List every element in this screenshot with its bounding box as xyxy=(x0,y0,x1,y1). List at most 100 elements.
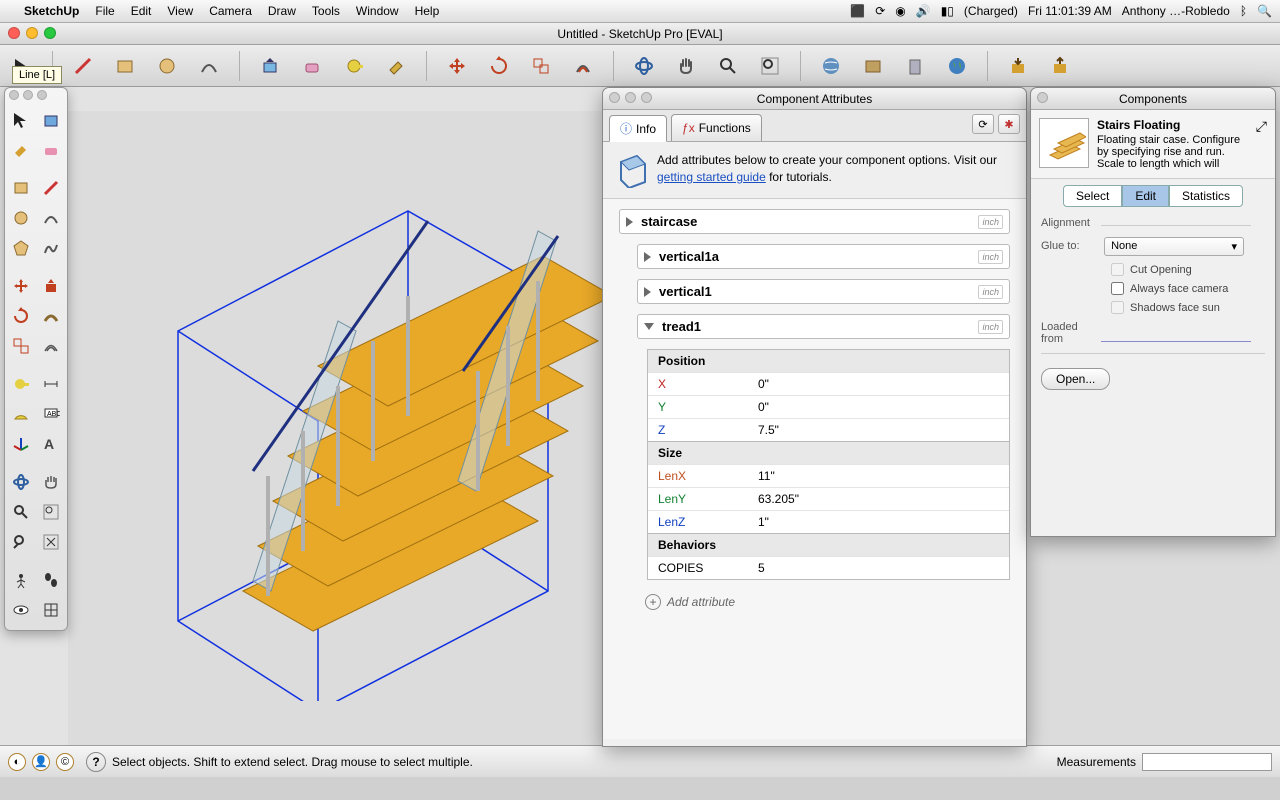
node-staircase[interactable]: staircase inch xyxy=(619,209,1010,234)
rectangle-tool-icon[interactable] xyxy=(111,52,139,80)
disclosure-open-icon[interactable] xyxy=(644,323,654,330)
offset-tool[interactable] xyxy=(37,332,65,360)
eraser-tool-icon[interactable] xyxy=(298,52,326,80)
pan-tool[interactable] xyxy=(37,468,65,496)
tab-functions[interactable]: ƒxFunctions xyxy=(671,114,762,141)
zoom-extents-tool[interactable] xyxy=(37,528,65,556)
eraser-tool[interactable] xyxy=(37,136,65,164)
move-tool-icon[interactable] xyxy=(443,52,471,80)
line-tool-icon[interactable] xyxy=(69,52,97,80)
line-tool[interactable] xyxy=(37,174,65,202)
arc-tool-icon[interactable] xyxy=(195,52,223,80)
attr-row-x[interactable]: X0" xyxy=(648,372,1009,395)
arc-tool[interactable] xyxy=(37,204,65,232)
zoom-window[interactable] xyxy=(44,27,56,39)
face-camera-checkbox[interactable] xyxy=(1111,282,1124,295)
getting-started-link[interactable]: getting started guide xyxy=(657,170,766,184)
tab-statistics[interactable]: Statistics xyxy=(1169,185,1243,207)
position-camera-tool[interactable] xyxy=(7,566,35,594)
node-vertical1[interactable]: vertical1 inch xyxy=(637,279,1010,304)
earth-icon[interactable] xyxy=(943,52,971,80)
zoom-icon[interactable] xyxy=(641,92,652,103)
menu-view[interactable]: View xyxy=(167,4,193,18)
select-tool[interactable] xyxy=(7,106,35,134)
tab-info[interactable]: ⓘInfo xyxy=(609,115,667,142)
pushpull-tool-icon[interactable] xyxy=(256,52,284,80)
menu-camera[interactable]: Camera xyxy=(209,4,252,18)
menu-help[interactable]: Help xyxy=(415,4,440,18)
node-tread1[interactable]: tread1 inch xyxy=(637,314,1010,339)
measurements-input[interactable] xyxy=(1142,753,1272,771)
tape-tool-icon[interactable] xyxy=(340,52,368,80)
photo-icon[interactable] xyxy=(859,52,887,80)
warehouse-get-icon[interactable] xyxy=(1004,52,1032,80)
help-icon[interactable]: ? xyxy=(86,752,106,772)
move-tool[interactable] xyxy=(7,272,35,300)
circle-tool-icon[interactable] xyxy=(153,52,181,80)
look-around-tool[interactable] xyxy=(7,596,35,624)
warehouse-share-icon[interactable] xyxy=(1046,52,1074,80)
dimension-tool[interactable] xyxy=(37,370,65,398)
zoom-extents-icon[interactable] xyxy=(756,52,784,80)
expand-icon[interactable]: ⤢ xyxy=(1256,118,1267,170)
minimize-window[interactable] xyxy=(26,27,38,39)
component-tool[interactable] xyxy=(37,106,65,134)
app-menu[interactable]: SketchUp xyxy=(24,4,79,18)
add-attribute-row[interactable]: + Add attribute xyxy=(637,590,1010,614)
close-icon[interactable] xyxy=(1037,92,1048,103)
person-icon[interactable]: 👤 xyxy=(32,753,50,771)
paint-tool-icon[interactable] xyxy=(382,52,410,80)
attr-row-leny[interactable]: LenY63.205" xyxy=(648,487,1009,510)
polygon-tool[interactable] xyxy=(7,234,35,262)
pushpull-tool[interactable] xyxy=(37,272,65,300)
minimize-icon[interactable] xyxy=(625,92,636,103)
attr-row-lenz[interactable]: LenZ1" xyxy=(648,510,1009,533)
orbit-tool-icon[interactable] xyxy=(630,52,658,80)
attr-row-z[interactable]: Z7.5" xyxy=(648,418,1009,441)
battery-icon[interactable]: ▮▯ xyxy=(941,4,954,18)
node-vertical1a[interactable]: vertical1a inch xyxy=(637,244,1010,269)
attr-row-copies[interactable]: COPIES5 xyxy=(648,556,1009,579)
glue-select[interactable]: None ▾ xyxy=(1104,237,1244,256)
attr-row-lenx[interactable]: LenX11" xyxy=(648,464,1009,487)
offset-tool-icon[interactable] xyxy=(569,52,597,80)
user-menu[interactable]: Anthony …-Robledo xyxy=(1122,4,1230,18)
axes-tool[interactable] xyxy=(7,430,35,458)
inference-icon[interactable]: ◐ xyxy=(8,753,26,771)
followme-tool[interactable] xyxy=(37,302,65,330)
zoom-window-tool[interactable] xyxy=(37,498,65,526)
zoom-tool[interactable] xyxy=(7,498,35,526)
close-icon[interactable] xyxy=(609,92,620,103)
tab-select[interactable]: Select xyxy=(1063,185,1122,207)
disclosure-icon[interactable] xyxy=(644,287,651,297)
pan-tool-icon[interactable] xyxy=(672,52,700,80)
3dtext-tool[interactable]: A xyxy=(37,430,65,458)
disclosure-icon[interactable] xyxy=(644,252,651,262)
search-icon[interactable]: 🔍 xyxy=(1257,4,1272,18)
building-icon[interactable] xyxy=(901,52,929,80)
wifi-icon[interactable]: ◉ xyxy=(895,4,905,18)
menu-edit[interactable]: Edit xyxy=(131,4,152,18)
orbit-tool[interactable] xyxy=(7,468,35,496)
tape-tool[interactable] xyxy=(7,370,35,398)
menu-file[interactable]: File xyxy=(95,4,114,18)
section-tool[interactable] xyxy=(37,596,65,624)
rotate-tool[interactable] xyxy=(7,302,35,330)
paintbucket-tool[interactable] xyxy=(7,136,35,164)
menu-tools[interactable]: Tools xyxy=(312,4,340,18)
add-icon[interactable]: + xyxy=(645,594,661,610)
open-button[interactable]: Open... xyxy=(1041,368,1110,390)
refresh-button[interactable]: ⟳ xyxy=(972,114,994,134)
walk-tool[interactable] xyxy=(37,566,65,594)
zoom-tool-icon[interactable] xyxy=(714,52,742,80)
credits-icon[interactable]: © xyxy=(56,753,74,771)
tab-edit[interactable]: Edit xyxy=(1122,185,1169,207)
scale-tool[interactable] xyxy=(7,332,35,360)
globe-icon[interactable] xyxy=(817,52,845,80)
menu-window[interactable]: Window xyxy=(356,4,399,18)
component-thumbnail[interactable] xyxy=(1039,118,1089,168)
volume-icon[interactable]: 🔊 xyxy=(916,4,931,18)
attr-row-y[interactable]: Y0" xyxy=(648,395,1009,418)
circle-tool[interactable] xyxy=(7,204,35,232)
scale-tool-icon[interactable] xyxy=(527,52,555,80)
